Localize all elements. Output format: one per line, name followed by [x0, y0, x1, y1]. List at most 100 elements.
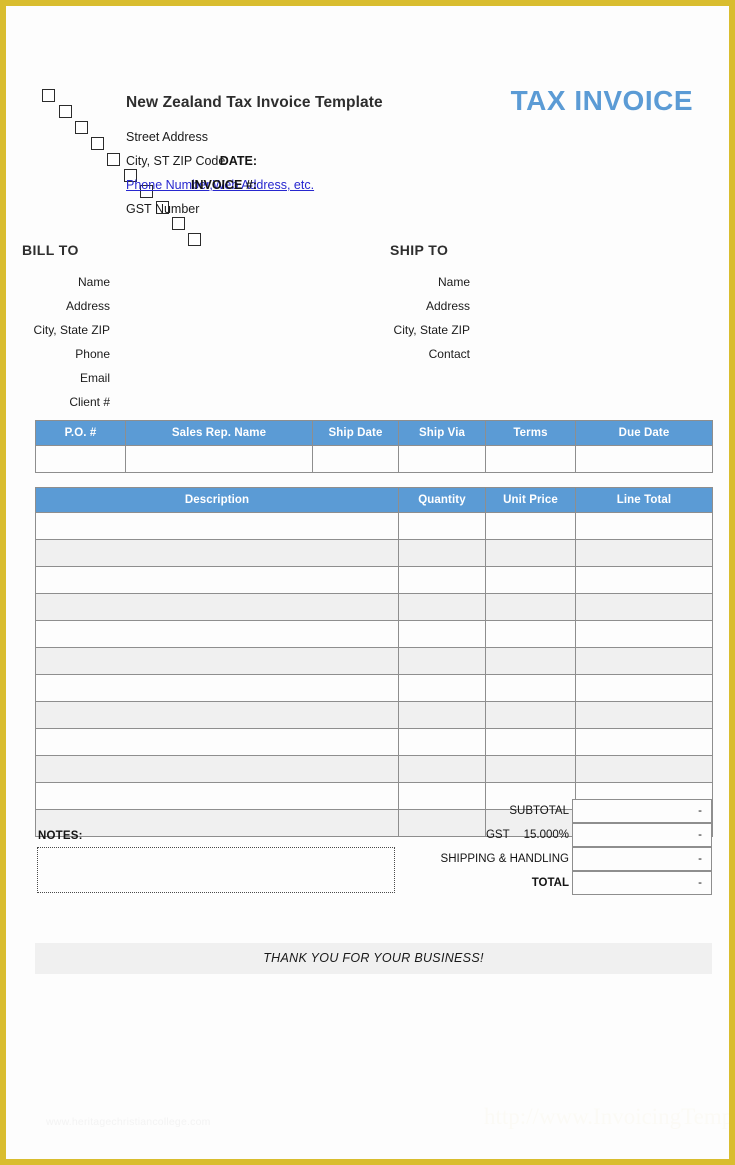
- cell-quantity[interactable]: [398, 512, 486, 540]
- cell-description[interactable]: [35, 566, 399, 594]
- cell-description[interactable]: [35, 647, 399, 675]
- col-sales-rep-name: Sales Rep. Name: [125, 420, 313, 446]
- cell-unit-price[interactable]: [485, 674, 576, 702]
- cell-unit-price[interactable]: [485, 512, 576, 540]
- col-terms: Terms: [485, 420, 576, 446]
- cell-quantity[interactable]: [398, 566, 486, 594]
- table-row[interactable]: [35, 647, 713, 675]
- cell-line-total[interactable]: [575, 539, 713, 567]
- col-quantity: Quantity: [398, 487, 486, 513]
- cell-line-total[interactable]: [575, 701, 713, 729]
- table-row[interactable]: [35, 701, 713, 729]
- total-value[interactable]: -: [572, 871, 712, 895]
- cell-quantity[interactable]: [398, 701, 486, 729]
- broken-image-icon: [91, 137, 104, 150]
- cell-quantity[interactable]: [398, 593, 486, 621]
- table-row[interactable]: [35, 593, 713, 621]
- bill-to-field-city: City, State ZIP: [33, 323, 110, 337]
- table-row[interactable]: [35, 755, 713, 783]
- cell-quantity[interactable]: [398, 728, 486, 756]
- notes-label: NOTES:: [38, 830, 83, 842]
- ship-to-field-city: City, State ZIP: [393, 323, 470, 337]
- cell-description[interactable]: [35, 512, 399, 540]
- table-row[interactable]: [35, 445, 713, 473]
- order-info-table: P.O. # Sales Rep. Name Ship Date Ship Vi…: [35, 420, 713, 473]
- cell-line-total[interactable]: [575, 512, 713, 540]
- cell-description[interactable]: [35, 728, 399, 756]
- invoice-number-label: INVOICE #:: [191, 178, 257, 192]
- cell-description[interactable]: [35, 755, 399, 783]
- cell-unit-price[interactable]: [485, 701, 576, 729]
- page-title: TAX INVOICE: [510, 85, 693, 116]
- cell-line-total[interactable]: [575, 755, 713, 783]
- cell-unit-price[interactable]: [485, 755, 576, 783]
- cell-due-date[interactable]: [575, 445, 713, 473]
- cell-line-total[interactable]: [575, 620, 713, 648]
- cell-quantity[interactable]: [398, 674, 486, 702]
- table-row[interactable]: [35, 539, 713, 567]
- col-due-date: Due Date: [575, 420, 713, 446]
- table-row[interactable]: [35, 728, 713, 756]
- ship-to-field-name: Name: [437, 275, 470, 289]
- gst-label: GST: [485, 829, 510, 841]
- cell-description[interactable]: [35, 674, 399, 702]
- line-items-table: Description Quantity Unit Price Line Tot…: [35, 487, 713, 837]
- cell-quantity[interactable]: [398, 539, 486, 567]
- gst-value[interactable]: -: [572, 823, 712, 847]
- total-label: TOTAL: [531, 877, 569, 889]
- cell-description[interactable]: [35, 593, 399, 621]
- cell-ship-date[interactable]: [312, 445, 399, 473]
- cell-description[interactable]: [35, 539, 399, 567]
- line-items-body: [35, 512, 713, 837]
- cell-unit-price[interactable]: [485, 620, 576, 648]
- cell-unit-price[interactable]: [485, 593, 576, 621]
- cell-line-total[interactable]: [575, 566, 713, 594]
- cell-ship-via[interactable]: [398, 445, 486, 473]
- shipping-value[interactable]: -: [572, 847, 712, 871]
- cell-description[interactable]: [35, 809, 399, 837]
- cell-unit-price[interactable]: [485, 566, 576, 594]
- col-description: Description: [35, 487, 399, 513]
- cell-unit-price[interactable]: [485, 728, 576, 756]
- bill-to-field-address: Address: [65, 299, 110, 313]
- cell-sales-rep-name[interactable]: [125, 445, 313, 473]
- cell-line-total[interactable]: [575, 728, 713, 756]
- table-row[interactable]: [35, 566, 713, 594]
- cell-description[interactable]: [35, 782, 399, 810]
- cell-line-total[interactable]: [575, 593, 713, 621]
- cell-quantity[interactable]: [398, 755, 486, 783]
- cell-po-number[interactable]: [35, 445, 126, 473]
- broken-image-icon: [59, 105, 72, 118]
- total-row: TOTAL -: [426, 871, 712, 895]
- cell-description[interactable]: [35, 620, 399, 648]
- cell-terms[interactable]: [485, 445, 576, 473]
- invoice-page: New Zealand Tax Invoice Template Street …: [0, 0, 735, 1165]
- cell-line-total[interactable]: [575, 674, 713, 702]
- cell-unit-price[interactable]: [485, 539, 576, 567]
- bill-to-block: BILL TO Name Address City, State ZIP Pho…: [6, 242, 110, 414]
- subtotal-value[interactable]: -: [572, 799, 712, 823]
- col-ship-date: Ship Date: [312, 420, 399, 446]
- company-street-address: Street Address: [126, 130, 208, 144]
- totals-block: SUBTOTAL - GST 15.000% - SHIPPING & HAND…: [426, 799, 712, 895]
- cell-quantity[interactable]: [398, 620, 486, 648]
- company-title: New Zealand Tax Invoice Template: [126, 94, 383, 111]
- cell-unit-price[interactable]: [485, 647, 576, 675]
- table-row[interactable]: [35, 512, 713, 540]
- notes-input[interactable]: [37, 847, 395, 893]
- invoice-sheet: New Zealand Tax Invoice Template Street …: [6, 6, 729, 1159]
- cell-line-total[interactable]: [575, 647, 713, 675]
- gst-row: GST 15.000% -: [426, 823, 712, 847]
- watermark-left: www.heritagechristiancollege.com: [46, 1116, 211, 1128]
- cell-quantity[interactable]: [398, 647, 486, 675]
- shipping-row: SHIPPING & HANDLING -: [426, 847, 712, 871]
- table-row[interactable]: [35, 620, 713, 648]
- bill-to-field-phone: Phone: [75, 347, 110, 361]
- order-info-header-row: P.O. # Sales Rep. Name Ship Date Ship Vi…: [35, 420, 713, 446]
- company-gst-number: GST Number: [126, 202, 200, 216]
- cell-description[interactable]: [35, 701, 399, 729]
- gst-rate[interactable]: 15.000%: [524, 823, 569, 847]
- table-row[interactable]: [35, 674, 713, 702]
- ship-to-heading: SHIP TO: [390, 242, 449, 258]
- company-city-state-zip: City, ST ZIP Code: [126, 154, 226, 168]
